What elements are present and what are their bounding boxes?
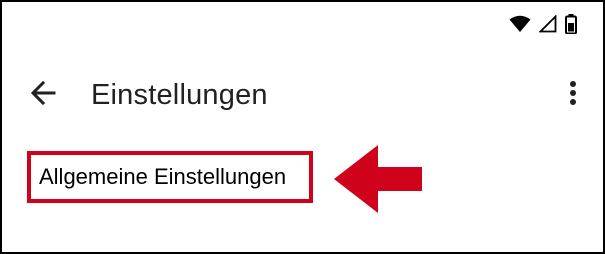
more-vert-icon [569, 80, 577, 111]
settings-item-general[interactable]: Allgemeine Einstellungen [27, 151, 313, 203]
annotation-arrow-icon [334, 143, 424, 220]
back-button[interactable] [26, 78, 60, 112]
settings-item-label: Allgemeine Einstellungen [39, 164, 287, 189]
cell-signal-icon [539, 15, 557, 33]
status-bar [509, 12, 577, 36]
arrow-left-icon [29, 79, 57, 112]
more-options-button[interactable] [558, 78, 588, 112]
page-title: Einstellungen [91, 79, 268, 111]
wifi-icon [509, 15, 531, 33]
app-bar: Einstellungen [2, 66, 603, 126]
screenshot-frame: Einstellungen Allgemeine Einstellungen [0, 0, 605, 254]
battery-icon [565, 14, 577, 34]
